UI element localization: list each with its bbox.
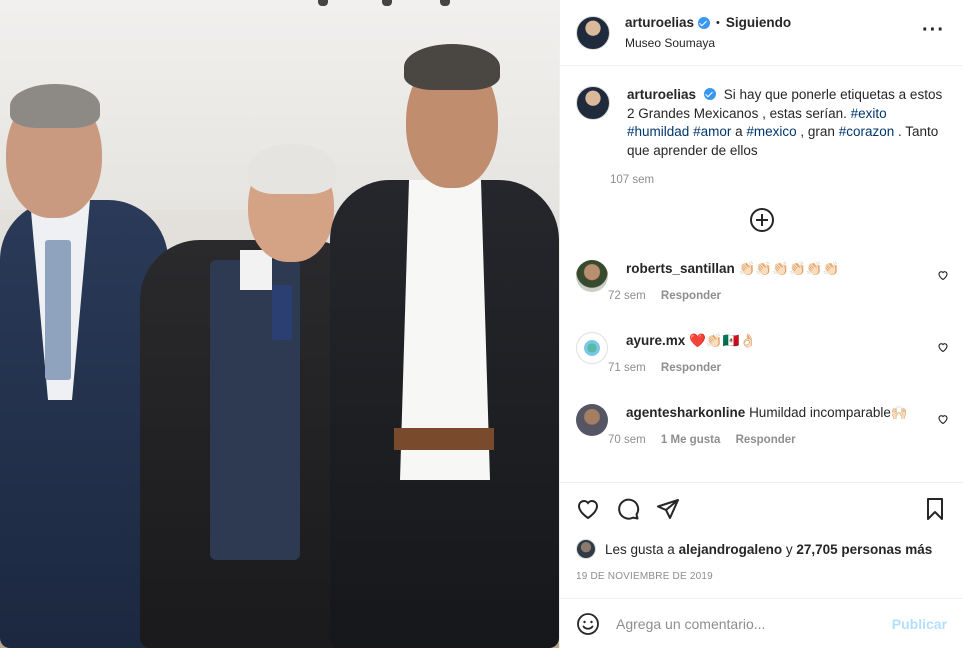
publish-button[interactable]: Publicar	[892, 616, 947, 632]
reply-button[interactable]: Responder	[661, 290, 721, 302]
post-header: arturoelias • Siguiendo Museo Soumaya ··…	[560, 0, 963, 66]
caption-avatar[interactable]	[576, 86, 610, 120]
hashtag-link[interactable]: #exito	[851, 106, 887, 121]
ceiling-light	[318, 0, 328, 6]
caption-text: a	[735, 124, 743, 139]
add-comment-bar: Publicar	[560, 598, 963, 648]
hashtag-link[interactable]: #amor	[693, 124, 731, 139]
post-location[interactable]: Museo Soumaya	[625, 36, 791, 50]
verified-badge-icon	[698, 16, 711, 29]
emoji-smiley-icon[interactable]	[576, 612, 600, 636]
post-photo[interactable]	[0, 0, 559, 648]
following-button[interactable]: Siguiendo	[726, 15, 791, 30]
post-detail-panel: arturoelias • Siguiendo Museo Soumaya ··…	[559, 0, 963, 648]
more-options-icon[interactable]: ···	[922, 20, 945, 40]
comment-bubble-icon[interactable]	[616, 497, 640, 521]
comment-item: ayure.mx ❤️👏🏻🇲🇽👌🏻 71 sem Responder	[560, 330, 963, 402]
author-username[interactable]: arturoelias	[625, 15, 694, 30]
hashtag-link[interactable]: #corazon	[839, 124, 895, 139]
caption-time: 107 sem	[610, 174, 655, 186]
load-more-comments-button[interactable]	[560, 208, 963, 232]
comment-text: 👏🏻👏🏻👏🏻👏🏻👏🏻👏🏻	[738, 261, 840, 276]
commenter-avatar[interactable]	[576, 332, 608, 364]
verified-badge-icon	[704, 88, 717, 100]
likes-prefix: Les gusta a	[605, 541, 675, 557]
share-paper-plane-icon[interactable]	[656, 497, 680, 521]
comment-item: agentesharkonline Humildad incomparable🙌…	[560, 402, 963, 474]
ceiling-light	[440, 0, 450, 6]
comment-likes-count[interactable]: 1 Me gusta	[661, 434, 720, 446]
plus-circle-icon[interactable]	[749, 208, 774, 232]
likes-conjunction: y	[785, 541, 793, 557]
like-comment-heart-icon[interactable]	[937, 341, 949, 353]
like-comment-heart-icon[interactable]	[937, 413, 949, 425]
post-caption: arturoelias Si hay que ponerle etiquetas…	[560, 66, 963, 186]
commenter-avatar[interactable]	[576, 260, 608, 292]
hashtag-link[interactable]: #mexico	[746, 124, 796, 139]
comment-item: roberts_santillan 👏🏻👏🏻👏🏻👏🏻👏🏻👏🏻 72 sem Re…	[560, 258, 963, 330]
caption-text: , gran	[800, 124, 835, 139]
author-avatar[interactable]	[576, 15, 610, 50]
likes-count[interactable]: 27,705 personas más	[796, 542, 932, 557]
comment-text: ❤️👏🏻🇲🇽👌🏻	[689, 333, 757, 348]
comment-text: Humildad incomparable🙌🏻	[749, 405, 908, 420]
post-date[interactable]: 19 de noviembre de 2019	[576, 571, 947, 582]
like-heart-icon[interactable]	[576, 497, 600, 521]
comment-input[interactable]	[616, 615, 892, 632]
separator-dot: •	[716, 16, 720, 29]
save-bookmark-icon[interactable]	[923, 497, 947, 521]
comment-time: 71 sem	[608, 362, 646, 374]
comments-section[interactable]: arturoelias Si hay que ponerle etiquetas…	[560, 66, 963, 482]
likes-summary: Les gusta a alejandrogaleno y 27,705 per…	[576, 539, 947, 559]
commenter-username[interactable]: roberts_santillan	[626, 261, 735, 276]
post-actions: Les gusta a alejandrogaleno y 27,705 per…	[560, 482, 963, 598]
commenter-username[interactable]: agentesharkonline	[626, 405, 745, 420]
like-comment-heart-icon[interactable]	[937, 269, 949, 281]
caption-meta: 107 sem	[610, 174, 947, 186]
reply-button[interactable]: Responder	[661, 362, 721, 374]
caption-username[interactable]: arturoelias	[627, 87, 696, 102]
commenter-avatar[interactable]	[576, 404, 608, 436]
person-right	[330, 40, 559, 648]
reply-button[interactable]: Responder	[736, 434, 796, 446]
liker-avatar[interactable]	[576, 539, 596, 559]
commenter-username[interactable]: ayure.mx	[626, 333, 685, 348]
hashtag-link[interactable]: #humildad	[627, 124, 689, 139]
liker-username[interactable]: alejandrogaleno	[679, 542, 783, 557]
comment-time: 72 sem	[608, 290, 646, 302]
comment-time: 70 sem	[608, 434, 646, 446]
ceiling-light	[382, 0, 392, 6]
